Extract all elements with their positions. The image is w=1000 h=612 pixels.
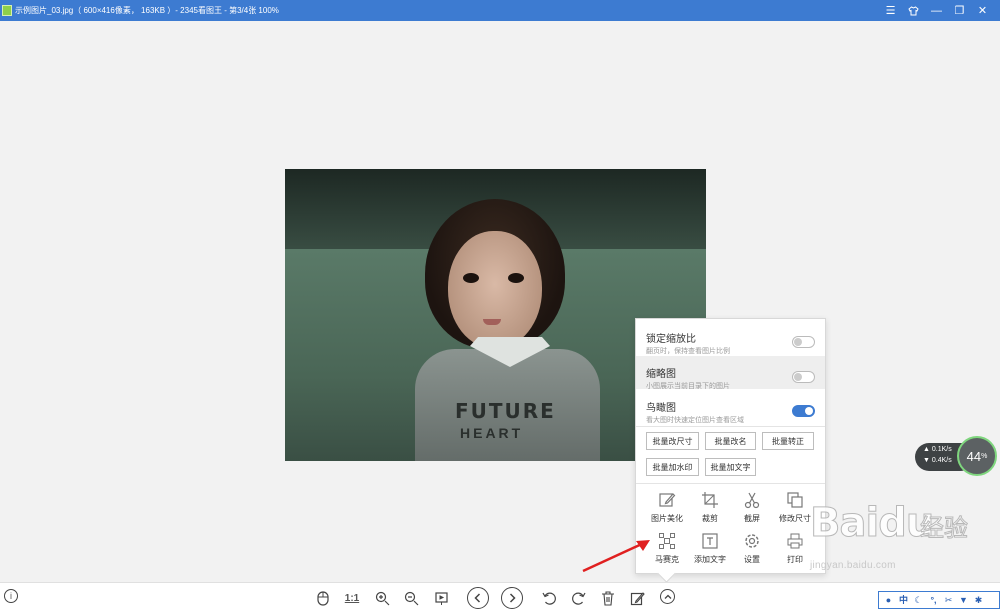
option-birdview[interactable]: 鸟瞰图 看大图时快速定位图片查看区域 (636, 390, 825, 424)
more-options-icon[interactable] (660, 589, 675, 604)
title-bar: 示例图片_03.jpg（ 600×416像素， 163KB ）- 2345看图王… (0, 0, 1000, 21)
zoom-out-icon[interactable] (401, 588, 421, 608)
resize-icon (786, 491, 804, 509)
window-controls: ☰ — ❐ ✕ (879, 0, 994, 21)
divider (636, 426, 825, 427)
text-icon (701, 532, 719, 550)
moon-icon[interactable]: ☾ (913, 595, 924, 606)
print-icon (786, 532, 804, 550)
batch-add-text-button[interactable]: 批量加文字 (705, 458, 756, 476)
batch-resize-button[interactable]: 批量改尺寸 (646, 432, 699, 450)
shirt-print-2: HEART (460, 425, 524, 441)
window-title: 示例图片_03.jpg（ 600×416像素， 163KB ）- 2345看图王… (15, 6, 279, 15)
close-icon[interactable]: ✕ (971, 0, 994, 21)
more-options-menu: 锁定缩放比 翻页时，保持查看图片比例 缩略图 小图展示当前目录下的图片 鸟瞰图 … (635, 318, 826, 574)
info-icon[interactable]: i (4, 589, 18, 603)
slideshow-icon[interactable] (431, 588, 451, 608)
shirt-icon[interactable]: ▼ (958, 595, 969, 606)
divider (636, 483, 825, 484)
print-tool[interactable]: 打印 (772, 532, 818, 572)
previous-image-icon[interactable] (467, 587, 489, 609)
ime-toolbar: ● 中 ☾ °, ✂ ▼ ✱ (878, 591, 1000, 609)
baidu-watermark: Baidu 经验 jingyan.baidu.com (809, 500, 968, 572)
batch-rotate-button[interactable]: 批量转正 (762, 432, 814, 450)
annotation-arrow-icon (582, 540, 650, 573)
screenshot-tool[interactable]: 截屏 (729, 491, 775, 531)
punctuation-icon[interactable]: °, (928, 595, 939, 606)
beautify-tool[interactable]: 图片美化 (644, 491, 690, 531)
bottom-toolbar: i 1:1 (0, 582, 1000, 612)
restore-icon[interactable]: ❐ (948, 0, 971, 21)
edit-image-icon[interactable] (627, 588, 647, 608)
actual-size-button[interactable]: 1:1 (342, 588, 362, 608)
menu-icon[interactable]: ☰ (879, 0, 902, 21)
download-speed: ▼ 0.4K/s (923, 457, 952, 464)
face (448, 231, 542, 349)
mouse-mode-icon[interactable] (313, 588, 333, 608)
ime-language-label[interactable]: 中 (898, 595, 909, 606)
gear-icon (743, 532, 761, 550)
add-text-tool[interactable]: 添加文字 (687, 532, 733, 572)
upload-speed: ▲ 0.1K/s (923, 446, 952, 453)
zoom-in-icon[interactable] (372, 588, 392, 608)
rotate-right-icon[interactable] (568, 588, 588, 608)
next-image-icon[interactable] (501, 587, 523, 609)
option-lock-zoom[interactable]: 锁定缩放比 翻页时，保持查看图片比例 (636, 321, 825, 355)
shirt-print: FUTURE (455, 399, 556, 423)
memory-usage-gauge[interactable]: 44% (957, 436, 997, 476)
user-icon[interactable]: ● (883, 595, 894, 606)
birdview-toggle[interactable] (792, 405, 815, 417)
network-speed-widget[interactable]: ▲ 0.1K/s ▼ 0.4K/s 44% (915, 436, 997, 476)
option-thumbnail[interactable]: 缩略图 小图展示当前目录下的图片 (636, 356, 825, 390)
crop-tool[interactable]: 裁剪 (687, 491, 733, 531)
batch-watermark-button[interactable]: 批量加水印 (646, 458, 699, 476)
settings-tool[interactable]: 设置 (729, 532, 775, 572)
skin-icon[interactable] (902, 0, 925, 21)
rotate-left-icon[interactable] (539, 588, 559, 608)
thumbnail-toggle[interactable] (792, 371, 815, 383)
minimize-icon[interactable]: — (925, 0, 948, 21)
crop-icon (701, 491, 719, 509)
mosaic-icon (658, 532, 676, 550)
edit-icon (658, 491, 676, 509)
scissors-tool-icon[interactable]: ✂ (943, 595, 954, 606)
resize-tool[interactable]: 修改尺寸 (772, 491, 818, 531)
scissors-icon (743, 491, 761, 509)
batch-rename-button[interactable]: 批量改名 (705, 432, 756, 450)
delete-icon[interactable] (598, 588, 618, 608)
settings-icon[interactable]: ✱ (973, 595, 984, 606)
app-icon (2, 5, 12, 16)
lock-zoom-toggle[interactable] (792, 336, 815, 348)
